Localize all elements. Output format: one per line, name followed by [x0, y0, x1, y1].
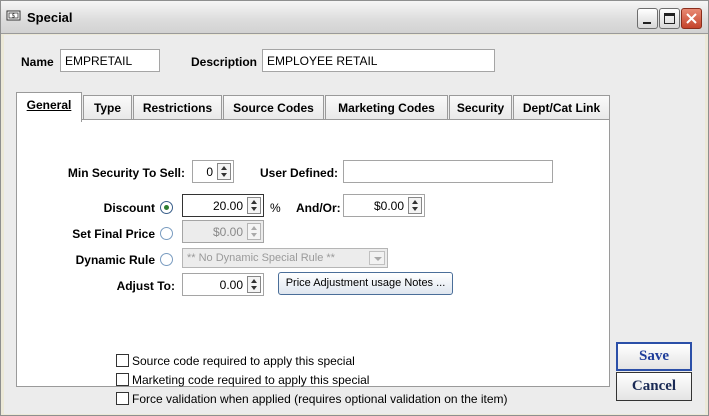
cancel-button[interactable]: Cancel: [616, 372, 692, 401]
min-security-value: 0: [206, 165, 213, 179]
andor-label: And/Or:: [296, 201, 341, 215]
tab-type[interactable]: Type: [83, 95, 132, 120]
maximize-icon: [664, 13, 675, 24]
dynamic-rule-label: Dynamic Rule: [75, 253, 155, 267]
marketing-code-required-checkbox[interactable]: [116, 373, 129, 386]
tab-source-codes[interactable]: Source Codes: [223, 95, 324, 120]
close-button[interactable]: [681, 8, 702, 29]
dynamic-rule-select: ** No Dynamic Special Rule **: [182, 248, 388, 268]
general-panel: Min Security To Sell: 0 User Defined: Di…: [16, 119, 610, 406]
final-price-value: $0.00: [212, 225, 243, 239]
minimize-icon: [643, 22, 651, 24]
final-price-spin-arrows: [247, 223, 261, 240]
dynamic-rule-value: ** No Dynamic Special Rule **: [187, 252, 335, 264]
user-defined-field[interactable]: [343, 160, 553, 183]
tab-marketing-codes[interactable]: Marketing Codes: [325, 95, 448, 120]
min-security-label: Min Security To Sell:: [67, 166, 185, 180]
tab-restrictions[interactable]: Restrictions: [133, 95, 222, 120]
andor-spinner[interactable]: $0.00: [343, 194, 425, 217]
tab-general-label: General: [26, 98, 72, 112]
min-security-spinner[interactable]: 0: [192, 160, 234, 183]
dialog-content: Name EMPRETAIL Description EMPLOYEE RETA…: [4, 35, 705, 414]
close-icon: [686, 13, 697, 24]
svg-text:$: $: [12, 13, 16, 20]
tab-general[interactable]: General: [16, 92, 82, 122]
discount-radio[interactable]: [160, 201, 173, 214]
price-adjustment-notes-button[interactable]: Price Adjustment usage Notes ...: [278, 272, 453, 295]
force-validation-checkbox[interactable]: [116, 392, 129, 405]
dynamic-rule-radio[interactable]: [160, 253, 173, 266]
final-price-spinner: $0.00: [182, 220, 264, 243]
user-defined-label: User Defined:: [260, 166, 339, 180]
source-code-required-checkbox[interactable]: [116, 354, 129, 367]
adjust-to-label: Adjust To:: [116, 279, 175, 293]
andor-spin-arrows[interactable]: [408, 197, 422, 214]
discount-spin-arrows[interactable]: [247, 197, 261, 214]
percent-label: %: [270, 201, 281, 215]
description-label: Description: [191, 55, 258, 69]
title-bar[interactable]: $ Special: [1, 1, 708, 34]
final-price-label: Set Final Price: [72, 227, 155, 241]
marketing-code-required-label: Marketing code required to apply this sp…: [132, 373, 370, 387]
final-price-radio[interactable]: [160, 227, 173, 240]
tab-dept-cat-link[interactable]: Dept/Cat Link: [513, 95, 610, 120]
discount-value: 20.00: [212, 199, 243, 213]
adjust-to-spinner[interactable]: 0.00: [182, 273, 264, 296]
tab-type-label: Type: [93, 101, 122, 115]
force-validation-label: Force validation when applied (requires …: [132, 392, 508, 406]
name-label: Name: [21, 55, 54, 69]
discount-spinner[interactable]: 20.00: [182, 194, 264, 217]
andor-value: $0.00: [373, 199, 404, 213]
adjust-to-value: 0.00: [219, 278, 243, 292]
tab-security[interactable]: Security: [449, 95, 512, 120]
discount-label: Discount: [103, 201, 155, 215]
tab-restrictions-label: Restrictions: [142, 101, 213, 115]
min-security-spin-arrows[interactable]: [217, 163, 231, 180]
tab-marketing-codes-label: Marketing Codes: [338, 101, 435, 115]
adjust-to-spin-arrows[interactable]: [247, 276, 261, 293]
minimize-button[interactable]: [637, 8, 658, 29]
tab-source-codes-label: Source Codes: [233, 101, 314, 115]
name-field[interactable]: EMPRETAIL: [60, 49, 160, 72]
window-title: Special: [27, 10, 73, 25]
special-window: $ Special Name EMPRETAIL Description EMP…: [0, 0, 709, 416]
tab-security-label: Security: [456, 101, 505, 115]
source-code-required-label: Source code required to apply this speci…: [132, 354, 355, 368]
money-icon: $: [6, 10, 21, 21]
description-field[interactable]: EMPLOYEE RETAIL: [262, 49, 495, 72]
chevron-down-icon: [369, 251, 385, 265]
maximize-button[interactable]: [659, 8, 680, 29]
save-button[interactable]: Save: [616, 342, 692, 371]
tab-dept-cat-link-label: Dept/Cat Link: [522, 101, 601, 115]
